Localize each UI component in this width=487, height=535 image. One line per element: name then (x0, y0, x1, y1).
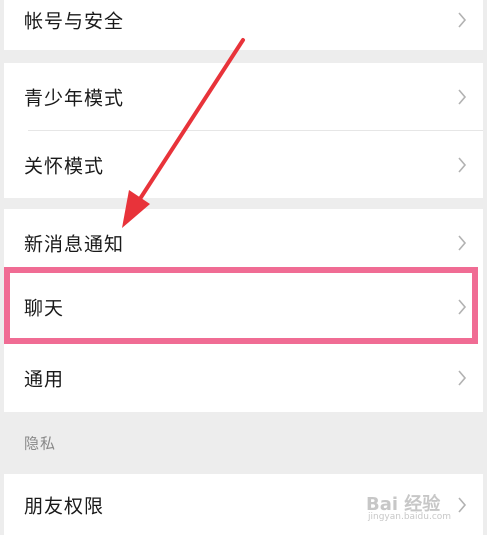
chevron-right-icon (458, 299, 467, 315)
chevron-right-icon (458, 370, 467, 386)
settings-item-label: 聊天 (24, 297, 65, 320)
settings-item-teen-mode[interactable]: 青少年模式 (4, 63, 483, 131)
settings-item-general[interactable]: 通用 (4, 344, 483, 412)
settings-item-label: 帐号与安全 (24, 10, 125, 33)
settings-item-label: 朋友权限 (24, 495, 105, 517)
chevron-right-icon (458, 89, 467, 105)
settings-item-friend-permissions[interactable]: 朋友权限 (4, 474, 483, 535)
settings-item-account-security[interactable]: 帐号与安全 (4, 0, 483, 50)
settings-item-label: 新消息通知 (24, 233, 125, 255)
chevron-right-icon (458, 156, 467, 173)
section-header-privacy: 隐私 (4, 412, 483, 474)
section-header-label: 隐私 (24, 434, 57, 453)
chevron-right-icon (458, 12, 467, 28)
chevron-right-icon (458, 496, 467, 513)
chevron-right-icon (458, 234, 467, 251)
settings-item-care-mode[interactable]: 关怀模式 (4, 131, 483, 198)
settings-item-new-message-notifications[interactable]: 新消息通知 (4, 209, 483, 276)
settings-item-chat[interactable]: 聊天 (4, 276, 483, 344)
settings-item-label: 通用 (24, 368, 65, 391)
settings-item-label: 关怀模式 (24, 155, 105, 177)
settings-item-label: 青少年模式 (24, 87, 125, 110)
